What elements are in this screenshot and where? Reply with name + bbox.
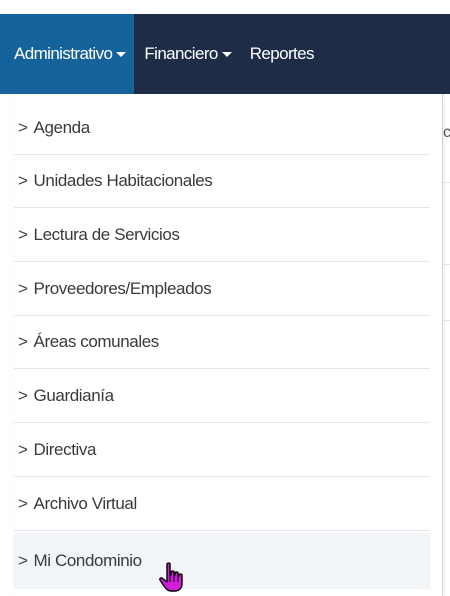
chevron-right-icon: > <box>18 440 28 459</box>
menu-item-archivo-virtual[interactable]: > Archivo Virtual <box>14 478 430 531</box>
menu-item-label: Archivo Virtual <box>33 494 138 513</box>
background-divider <box>442 264 450 265</box>
menu-item-areas-comunales[interactable]: > Áreas comunales <box>14 316 430 369</box>
nav-reportes[interactable]: Reportes <box>240 14 322 94</box>
main-navbar: Administrativo Financiero Reportes <box>0 14 450 94</box>
hand-pointer-cursor-icon <box>159 562 183 592</box>
background-partial-text: c <box>443 124 450 141</box>
caret-down-icon <box>221 51 232 57</box>
menu-item-unidades-habitacionales[interactable]: > Unidades Habitacionales <box>14 155 430 208</box>
chevron-right-icon: > <box>18 225 28 244</box>
menu-item-directiva[interactable]: > Directiva <box>14 424 430 477</box>
chevron-right-icon: > <box>18 332 28 351</box>
caret-down-icon <box>116 51 127 57</box>
nav-financiero-label: Financiero <box>144 44 218 63</box>
chevron-right-icon: > <box>18 386 28 405</box>
menu-item-proveedores-empleados[interactable]: > Proveedores/Empleados <box>14 263 430 316</box>
menu-item-lectura-de-servicios[interactable]: > Lectura de Servicios <box>14 209 430 262</box>
menu-item-label: Directiva <box>33 440 97 459</box>
menu-item-label: Proveedores/Empleados <box>33 279 212 298</box>
menu-item-label: Mi Condominio <box>33 551 143 570</box>
menu-item-mi-condominio[interactable]: > Mi Condominio <box>14 533 430 589</box>
chevron-right-icon: > <box>18 171 28 190</box>
menu-item-label: Agenda <box>33 118 91 137</box>
menu-item-label: Lectura de Servicios <box>33 225 180 244</box>
menu-item-label: Áreas comunales <box>33 332 160 351</box>
background-divider <box>442 182 450 183</box>
chevron-right-icon: > <box>18 551 28 570</box>
menu-item-label: Unidades Habitacionales <box>33 171 213 190</box>
nav-financiero[interactable]: Financiero <box>134 14 239 94</box>
chevron-right-icon: > <box>18 279 28 298</box>
nav-administrativo-label: Administrativo <box>14 44 113 63</box>
nav-administrativo[interactable]: Administrativo <box>0 14 135 94</box>
nav-reportes-label: Reportes <box>249 44 315 63</box>
chevron-right-icon: > <box>18 494 28 513</box>
menu-item-label: Guardianía <box>33 386 115 405</box>
menu-item-guardiania[interactable]: > Guardianía <box>14 370 430 423</box>
background-divider <box>442 320 450 321</box>
menu-item-agenda[interactable]: > Agenda <box>14 102 430 155</box>
administrativo-dropdown-menu: > Agenda > Unidades Habitacionales > Lec… <box>14 94 443 596</box>
chevron-right-icon: > <box>18 118 28 137</box>
